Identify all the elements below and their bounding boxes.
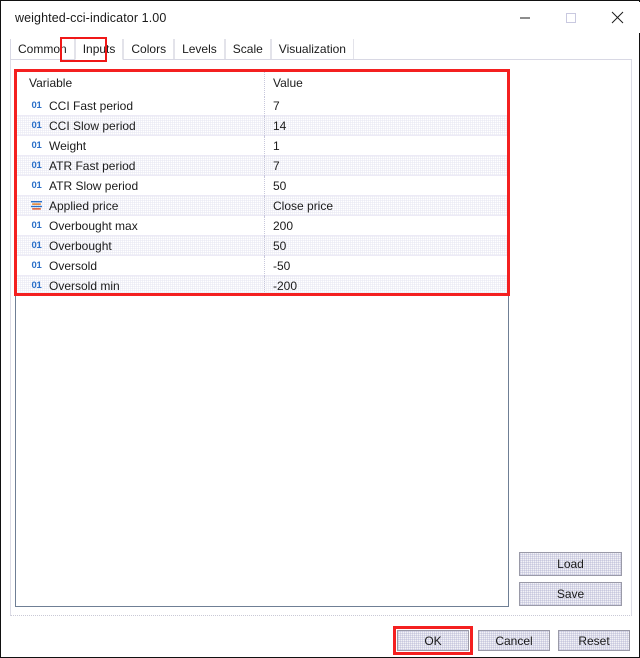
window-controls bbox=[502, 2, 640, 33]
variable-name: ATR Slow period bbox=[49, 179, 138, 193]
cell-variable: 01 Weight bbox=[16, 139, 264, 153]
cell-variable: 01 CCI Slow period bbox=[16, 119, 264, 133]
integer-type-icon: 01 bbox=[29, 179, 44, 193]
cell-variable: 01 Oversold bbox=[16, 259, 264, 273]
cell-value[interactable]: 7 bbox=[264, 96, 508, 116]
cell-variable: 01 ATR Fast period bbox=[16, 159, 264, 173]
integer-type-icon: 01 bbox=[29, 99, 44, 113]
table-row[interactable]: Applied price Close price bbox=[16, 196, 508, 216]
table-row[interactable]: 01 CCI Fast period 7 bbox=[16, 96, 508, 116]
cell-variable: 01 Overbought max bbox=[16, 219, 264, 233]
table-row[interactable]: 01 CCI Slow period 14 bbox=[16, 116, 508, 136]
cell-value[interactable]: 50 bbox=[264, 176, 508, 196]
tab-label: Scale bbox=[233, 42, 263, 56]
close-icon[interactable] bbox=[594, 2, 640, 33]
integer-type-icon: 01 bbox=[29, 279, 44, 293]
cell-variable: Applied price bbox=[16, 199, 264, 213]
integer-type-icon: 01 bbox=[29, 259, 44, 273]
cell-value[interactable]: -200 bbox=[264, 276, 508, 296]
cell-value[interactable]: 14 bbox=[264, 116, 508, 136]
table-row[interactable]: 01 Oversold min -200 bbox=[16, 276, 508, 296]
settings-dialog-window: weighted-cci-indicator 1.00 Common Input… bbox=[0, 0, 640, 658]
cell-variable: 01 Overbought bbox=[16, 239, 264, 253]
tab-levels[interactable]: Levels bbox=[174, 39, 225, 59]
table-row[interactable]: 01 Weight 1 bbox=[16, 136, 508, 156]
window-title: weighted-cci-indicator 1.00 bbox=[15, 11, 166, 25]
integer-type-icon: 01 bbox=[29, 119, 44, 133]
minimize-icon[interactable] bbox=[502, 2, 548, 33]
variable-name: Overbought max bbox=[49, 219, 138, 233]
load-button[interactable]: Load bbox=[519, 552, 622, 576]
table-row[interactable]: 01 Oversold -50 bbox=[16, 256, 508, 276]
tab-bar: Common Inputs Colors Levels Scale Visual… bbox=[10, 39, 632, 60]
cell-value[interactable]: 200 bbox=[264, 216, 508, 236]
variable-name: Weight bbox=[49, 139, 86, 153]
table-row[interactable]: 01 ATR Fast period 7 bbox=[16, 156, 508, 176]
tab-colors[interactable]: Colors bbox=[123, 39, 174, 59]
title-bar: weighted-cci-indicator 1.00 bbox=[2, 2, 640, 33]
variable-name: ATR Fast period bbox=[49, 159, 135, 173]
integer-type-icon: 01 bbox=[29, 159, 44, 173]
inputs-table[interactable]: Variable Value 01 CCI Fast period 7 01 CCI S… bbox=[15, 70, 509, 607]
tab-label: Colors bbox=[131, 42, 166, 56]
table-row[interactable]: 01 Overbought 50 bbox=[16, 236, 508, 256]
enum-type-icon bbox=[29, 199, 44, 213]
cancel-button[interactable]: Cancel bbox=[478, 630, 550, 651]
table-body: 01 CCI Fast period 7 01 CCI Slow period 14 01 W… bbox=[16, 96, 508, 296]
reset-button[interactable]: Reset bbox=[558, 630, 630, 651]
table-header-row: Variable Value bbox=[16, 71, 508, 96]
integer-type-icon: 01 bbox=[29, 239, 44, 253]
table-row[interactable]: 01 Overbought max 200 bbox=[16, 216, 508, 236]
tab-visualization[interactable]: Visualization bbox=[271, 39, 354, 59]
integer-type-icon: 01 bbox=[29, 219, 44, 233]
table-row[interactable]: 01 ATR Slow period 50 bbox=[16, 176, 508, 196]
cell-variable: 01 Oversold min bbox=[16, 279, 264, 293]
cell-value[interactable]: -50 bbox=[264, 256, 508, 276]
ok-button[interactable]: OK bbox=[397, 630, 469, 651]
cell-value[interactable]: 50 bbox=[264, 236, 508, 256]
tab-label: Common bbox=[18, 42, 67, 56]
tab-scale[interactable]: Scale bbox=[225, 39, 271, 59]
tab-label: Levels bbox=[182, 42, 217, 56]
tab-label: Visualization bbox=[279, 42, 346, 56]
tab-common[interactable]: Common bbox=[10, 39, 75, 59]
tab-inputs[interactable]: Inputs bbox=[75, 39, 124, 60]
column-header-value[interactable]: Value bbox=[264, 71, 508, 95]
cell-variable: 01 CCI Fast period bbox=[16, 99, 264, 113]
maximize-icon[interactable] bbox=[548, 2, 594, 33]
variable-name: Oversold bbox=[49, 259, 97, 273]
variable-name: CCI Fast period bbox=[49, 99, 133, 113]
column-header-variable[interactable]: Variable bbox=[16, 71, 264, 95]
cell-value[interactable]: Close price bbox=[264, 196, 508, 216]
cell-value[interactable]: 7 bbox=[264, 156, 508, 176]
tab-label: Inputs bbox=[83, 42, 116, 56]
integer-type-icon: 01 bbox=[29, 139, 44, 153]
save-button[interactable]: Save bbox=[519, 582, 622, 606]
variable-name: CCI Slow period bbox=[49, 119, 136, 133]
variable-name: Overbought bbox=[49, 239, 112, 253]
variable-name: Applied price bbox=[49, 199, 118, 213]
cell-value[interactable]: 1 bbox=[264, 136, 508, 156]
variable-name: Oversold min bbox=[49, 279, 120, 293]
cell-variable: 01 ATR Slow period bbox=[16, 179, 264, 193]
